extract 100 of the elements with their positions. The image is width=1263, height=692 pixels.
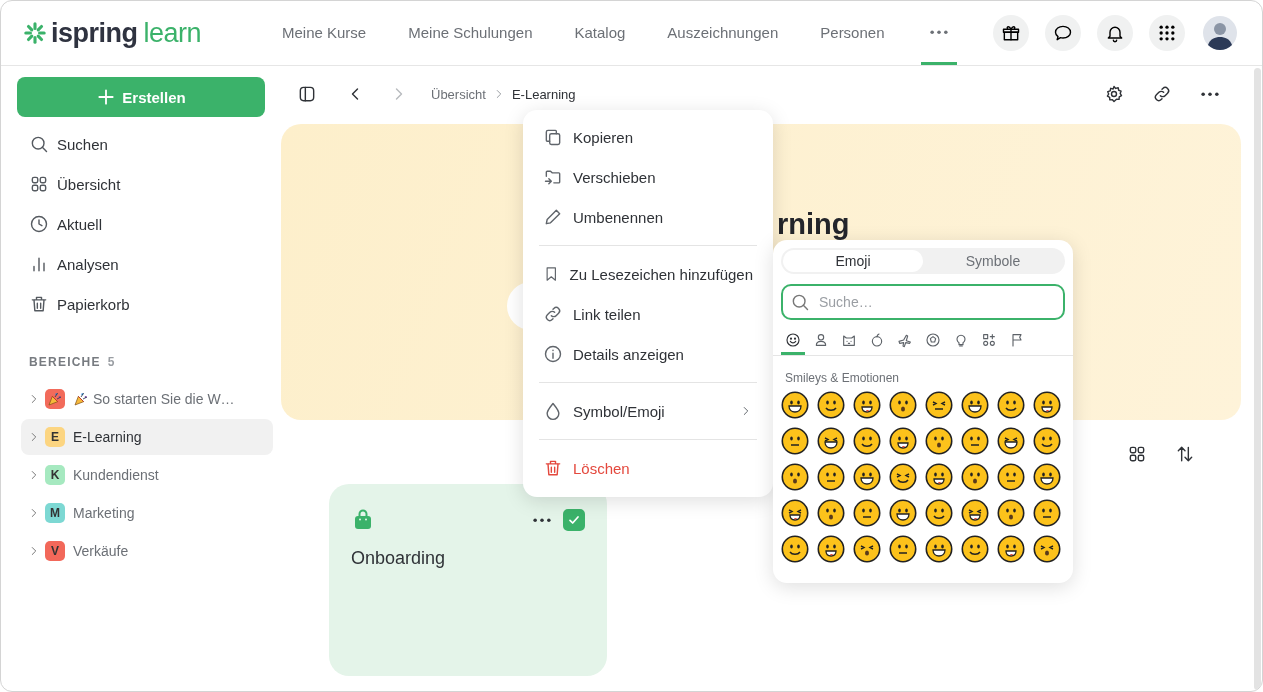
sidebar-item[interactable]: Übersicht [17,164,265,204]
emoji-icon[interactable] [853,463,881,491]
search-field[interactable]: Suche… [781,284,1065,320]
nav-tab[interactable]: Meine Kurse [276,1,373,65]
emoji-icon[interactable] [817,499,845,527]
emoji-icon[interactable] [1033,391,1061,419]
breadcrumb-link[interactable]: Übersicht [431,86,486,102]
chat-bubble-button[interactable] [1045,15,1081,51]
emoji-icon[interactable] [961,535,989,563]
emoji-icon[interactable] [961,499,989,527]
space-item[interactable]: M Marketing [21,495,273,531]
drop-icon [543,401,563,421]
checkbox[interactable] [563,509,585,531]
settings-icon[interactable] [1104,84,1124,104]
emoji-icon[interactable] [781,427,809,455]
emoji-icon[interactable] [853,535,881,563]
space-label: So starten Sie die W… [93,391,235,407]
sort-icon[interactable] [1175,444,1195,464]
menu-item[interactable]: Symbol/Emoji [523,391,773,431]
emoji-icon[interactable] [1033,499,1061,527]
shapes-icon [981,331,997,348]
grid-icon[interactable] [1127,444,1147,464]
emoji-icon[interactable] [853,391,881,419]
emoji-icon[interactable] [961,463,989,491]
emoji-icon[interactable] [889,535,917,563]
emoji-icon[interactable] [925,427,953,455]
logo-text: ispring [51,17,138,49]
emoji-icon[interactable] [853,499,881,527]
menu-item[interactable]: Details anzeigen [523,334,773,374]
trash-icon [543,458,563,478]
emoji-icon[interactable] [781,535,809,563]
nav-tab[interactable]: Meine Schulungen [402,1,539,65]
emoji-icon[interactable] [925,499,953,527]
sidebar-item[interactable]: Analysen [17,244,265,284]
bell-button[interactable] [1097,15,1133,51]
sidebar-item[interactable]: Papierkorb [17,284,265,324]
menu-item[interactable]: Kopieren [523,117,773,157]
more-icon[interactable] [1201,91,1219,97]
emoji-icon[interactable] [817,535,845,563]
hero-title: rning [777,210,850,238]
emoji-icon[interactable] [781,391,809,419]
apps-grid-button[interactable] [1149,15,1185,51]
course-card[interactable]: Onboarding [329,484,607,676]
nav-tab[interactable]: Personen [814,1,891,65]
nav-tab[interactable]: Katalog [568,1,632,65]
emoji-icon[interactable] [817,463,845,491]
emoji-icon[interactable] [781,463,809,491]
emoji-icon[interactable] [1033,535,1061,563]
emoji-icon[interactable] [853,427,881,455]
space-item[interactable]: K Kundendienst [21,457,273,493]
emoji-icon[interactable] [997,499,1025,527]
menu-item[interactable]: Umbenennen [523,197,773,237]
emoji-icon[interactable] [961,427,989,455]
menu-item[interactable]: Verschieben [523,157,773,197]
emoji-icon[interactable] [997,535,1025,563]
menu-item[interactable]: Zu Lesezeichen hinzufügen [523,254,773,294]
space-item[interactable]: E E-Learning [21,419,273,455]
avatar[interactable] [1203,16,1237,50]
flag-icon [1009,331,1025,348]
space-label: Marketing [73,505,135,521]
count-label: 5 [107,355,115,369]
pencil-icon [543,207,563,227]
scrollbar[interactable] [1253,68,1261,690]
more-icon[interactable] [533,517,551,523]
space-item[interactable]: So starten Sie die W… [21,381,273,417]
link-icon[interactable] [1152,84,1172,104]
emoji-icon[interactable] [889,463,917,491]
emoji-icon[interactable] [781,499,809,527]
gift-button[interactable] [993,15,1029,51]
menu-item[interactable]: Link teilen [523,294,773,334]
sidebar-item[interactable]: Suchen [17,124,265,164]
emoji-icon[interactable] [925,391,953,419]
logo-icon [24,22,46,44]
nav-tab[interactable]: Auszeichnungen [661,1,785,65]
emoji-icon[interactable] [997,427,1025,455]
emoji-icon[interactable] [925,463,953,491]
emoji-icon[interactable] [997,391,1025,419]
emoji-icon[interactable] [889,427,917,455]
emoji-icon[interactable] [925,535,953,563]
section-heading: BEREICHE [29,355,101,369]
sidebar-toggle-icon[interactable] [297,84,317,104]
emoji-icon[interactable] [889,499,917,527]
ball-icon [925,331,941,348]
picker-tab[interactable]: Emoji [783,250,923,272]
emoji-icon[interactable] [817,427,845,455]
space-badge: K [45,465,65,485]
breadcrumb-link[interactable]: E-Learning [511,86,576,102]
emoji-icon[interactable] [817,391,845,419]
emoji-icon[interactable] [889,391,917,419]
emoji-icon[interactable] [961,391,989,419]
emoji-icon[interactable] [1033,463,1061,491]
emoji-icon[interactable] [997,463,1025,491]
space-label: E-Learning [73,429,142,445]
picker-tab[interactable]: Symbole [923,250,1063,272]
sidebar-item[interactable]: Aktuell [17,204,265,244]
space-label: Kundendienst [73,467,159,483]
space-item[interactable]: V Verkäufe [21,533,273,569]
more-icon [929,30,948,35]
emoji-icon[interactable] [1033,427,1061,455]
card-title: Onboarding [351,548,447,569]
